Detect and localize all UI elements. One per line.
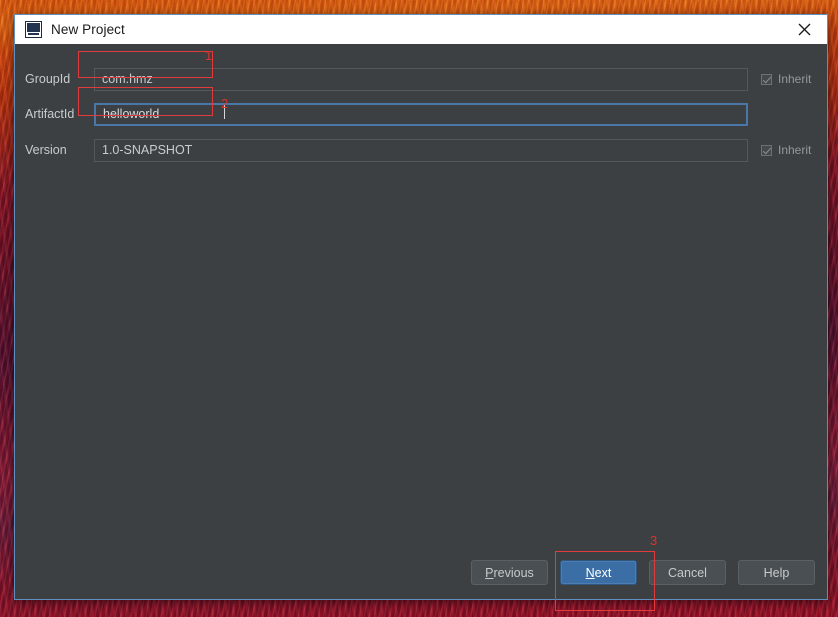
version-inherit-group[interactable]: Inherit <box>761 143 811 157</box>
form-row-groupid: GroupId Inherit <box>15 67 827 91</box>
next-button-label: Next <box>585 565 612 580</box>
next-button[interactable]: Next <box>560 560 637 585</box>
artifactid-input[interactable] <box>94 102 748 126</box>
dialog-body: GroupId Inherit ArtifactId Version Inher… <box>15 44 827 599</box>
text-caret <box>224 104 225 119</box>
intellij-idea-logo-icon <box>25 21 42 38</box>
form-row-artifactid: ArtifactId <box>15 102 827 126</box>
close-button[interactable] <box>782 15 827 43</box>
cancel-button-label: Cancel <box>668 565 707 580</box>
groupid-inherit-group[interactable]: Inherit <box>761 72 811 86</box>
previous-button-label: Previous <box>485 565 534 580</box>
new-project-dialog: New Project GroupId Inherit ArtifactId <box>14 14 828 600</box>
groupid-input[interactable] <box>94 67 748 91</box>
version-inherit-checkbox[interactable] <box>761 144 772 156</box>
version-inherit-label: Inherit <box>778 143 812 157</box>
dialog-button-bar: Previous Next Cancel Help <box>471 560 815 585</box>
close-icon <box>798 23 811 35</box>
previous-button[interactable]: Previous <box>471 560 548 585</box>
version-label: Version <box>25 143 67 157</box>
groupid-inherit-checkbox[interactable] <box>761 73 772 85</box>
cancel-button[interactable]: Cancel <box>649 560 726 585</box>
form-row-version: Version Inherit <box>15 138 827 162</box>
dialog-titlebar: New Project <box>15 15 827 45</box>
groupid-inherit-label: Inherit <box>778 72 812 86</box>
window-title: New Project <box>51 22 125 37</box>
artifactid-label: ArtifactId <box>25 107 75 121</box>
version-input[interactable] <box>94 138 748 162</box>
help-button[interactable]: Help <box>738 560 815 585</box>
help-button-label: Help <box>763 565 790 580</box>
groupid-label: GroupId <box>25 72 71 86</box>
